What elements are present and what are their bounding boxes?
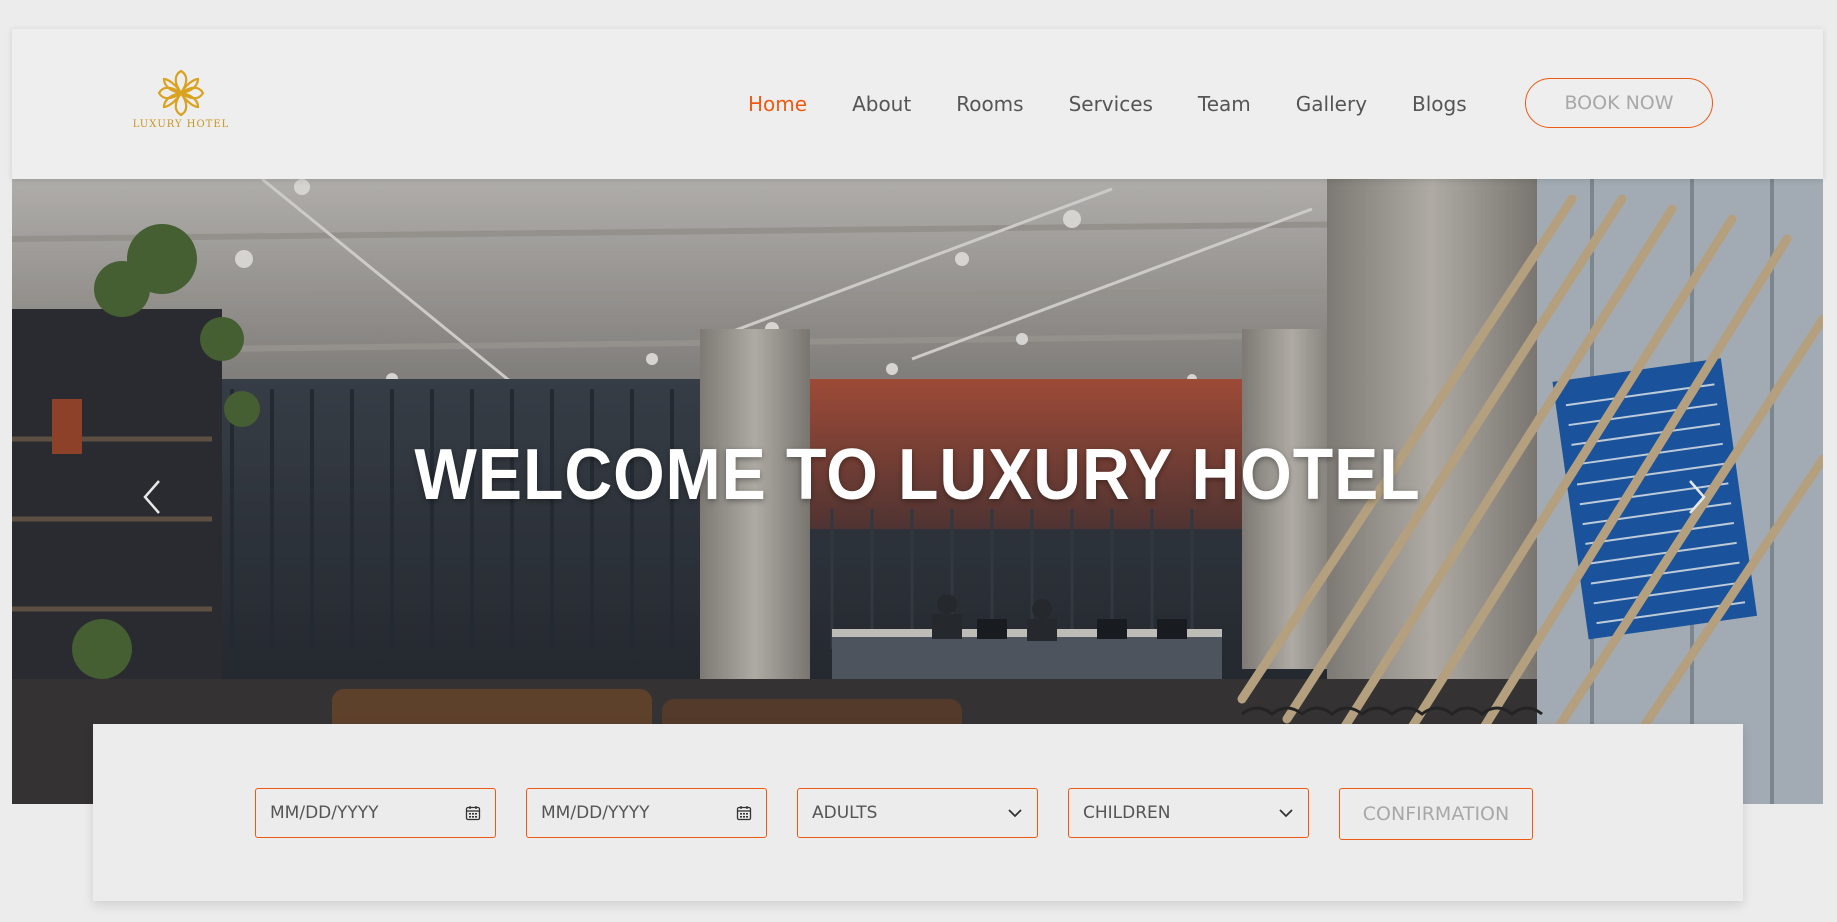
nav-item-services[interactable]: Services	[1069, 92, 1153, 116]
calendar-icon[interactable]	[736, 805, 752, 821]
hero-slider: WELCOME TO LUXURY HOTEL	[12, 179, 1823, 804]
calendar-icon[interactable]	[465, 805, 481, 821]
nav-item-blogs[interactable]: Blogs	[1412, 92, 1467, 116]
checkout-date-input[interactable]: MM/DD/YYYY	[526, 788, 767, 838]
booking-form: MM/DD/YYYY MM/DD/YYYY ADULTS CHILDREN CO…	[93, 724, 1743, 901]
children-select[interactable]: CHILDREN	[1068, 788, 1309, 838]
main-nav: Home About Rooms Services Team Gallery B…	[748, 29, 1512, 179]
chevron-left-icon[interactable]	[137, 477, 167, 517]
chevron-down-icon	[1008, 809, 1022, 818]
children-select-value: CHILDREN	[1083, 803, 1171, 823]
chevron-down-icon	[1279, 809, 1293, 818]
nav-item-rooms[interactable]: Rooms	[956, 92, 1023, 116]
hero-title: WELCOME TO LUXURY HOTEL	[414, 435, 1421, 515]
nav-item-gallery[interactable]: Gallery	[1296, 92, 1367, 116]
checkin-date-placeholder: MM/DD/YYYY	[270, 803, 379, 823]
nav-item-team[interactable]: Team	[1198, 92, 1251, 116]
site-header: LUXURY HOTEL Home About Rooms Services T…	[12, 29, 1823, 179]
lotus-logo-icon	[157, 69, 205, 117]
logo-text: LUXURY HOTEL	[132, 119, 230, 130]
chevron-right-icon[interactable]	[1682, 477, 1712, 517]
adults-select-value: ADULTS	[812, 803, 878, 823]
page: LUXURY HOTEL Home About Rooms Services T…	[0, 0, 1837, 922]
nav-item-home[interactable]: Home	[748, 92, 807, 116]
confirmation-button[interactable]: CONFIRMATION	[1339, 788, 1533, 840]
checkout-date-placeholder: MM/DD/YYYY	[541, 803, 650, 823]
book-now-button[interactable]: BOOK NOW	[1525, 78, 1713, 128]
checkin-date-input[interactable]: MM/DD/YYYY	[255, 788, 496, 838]
nav-item-about[interactable]: About	[852, 92, 911, 116]
adults-select[interactable]: ADULTS	[797, 788, 1038, 838]
logo[interactable]: LUXURY HOTEL	[126, 69, 236, 130]
